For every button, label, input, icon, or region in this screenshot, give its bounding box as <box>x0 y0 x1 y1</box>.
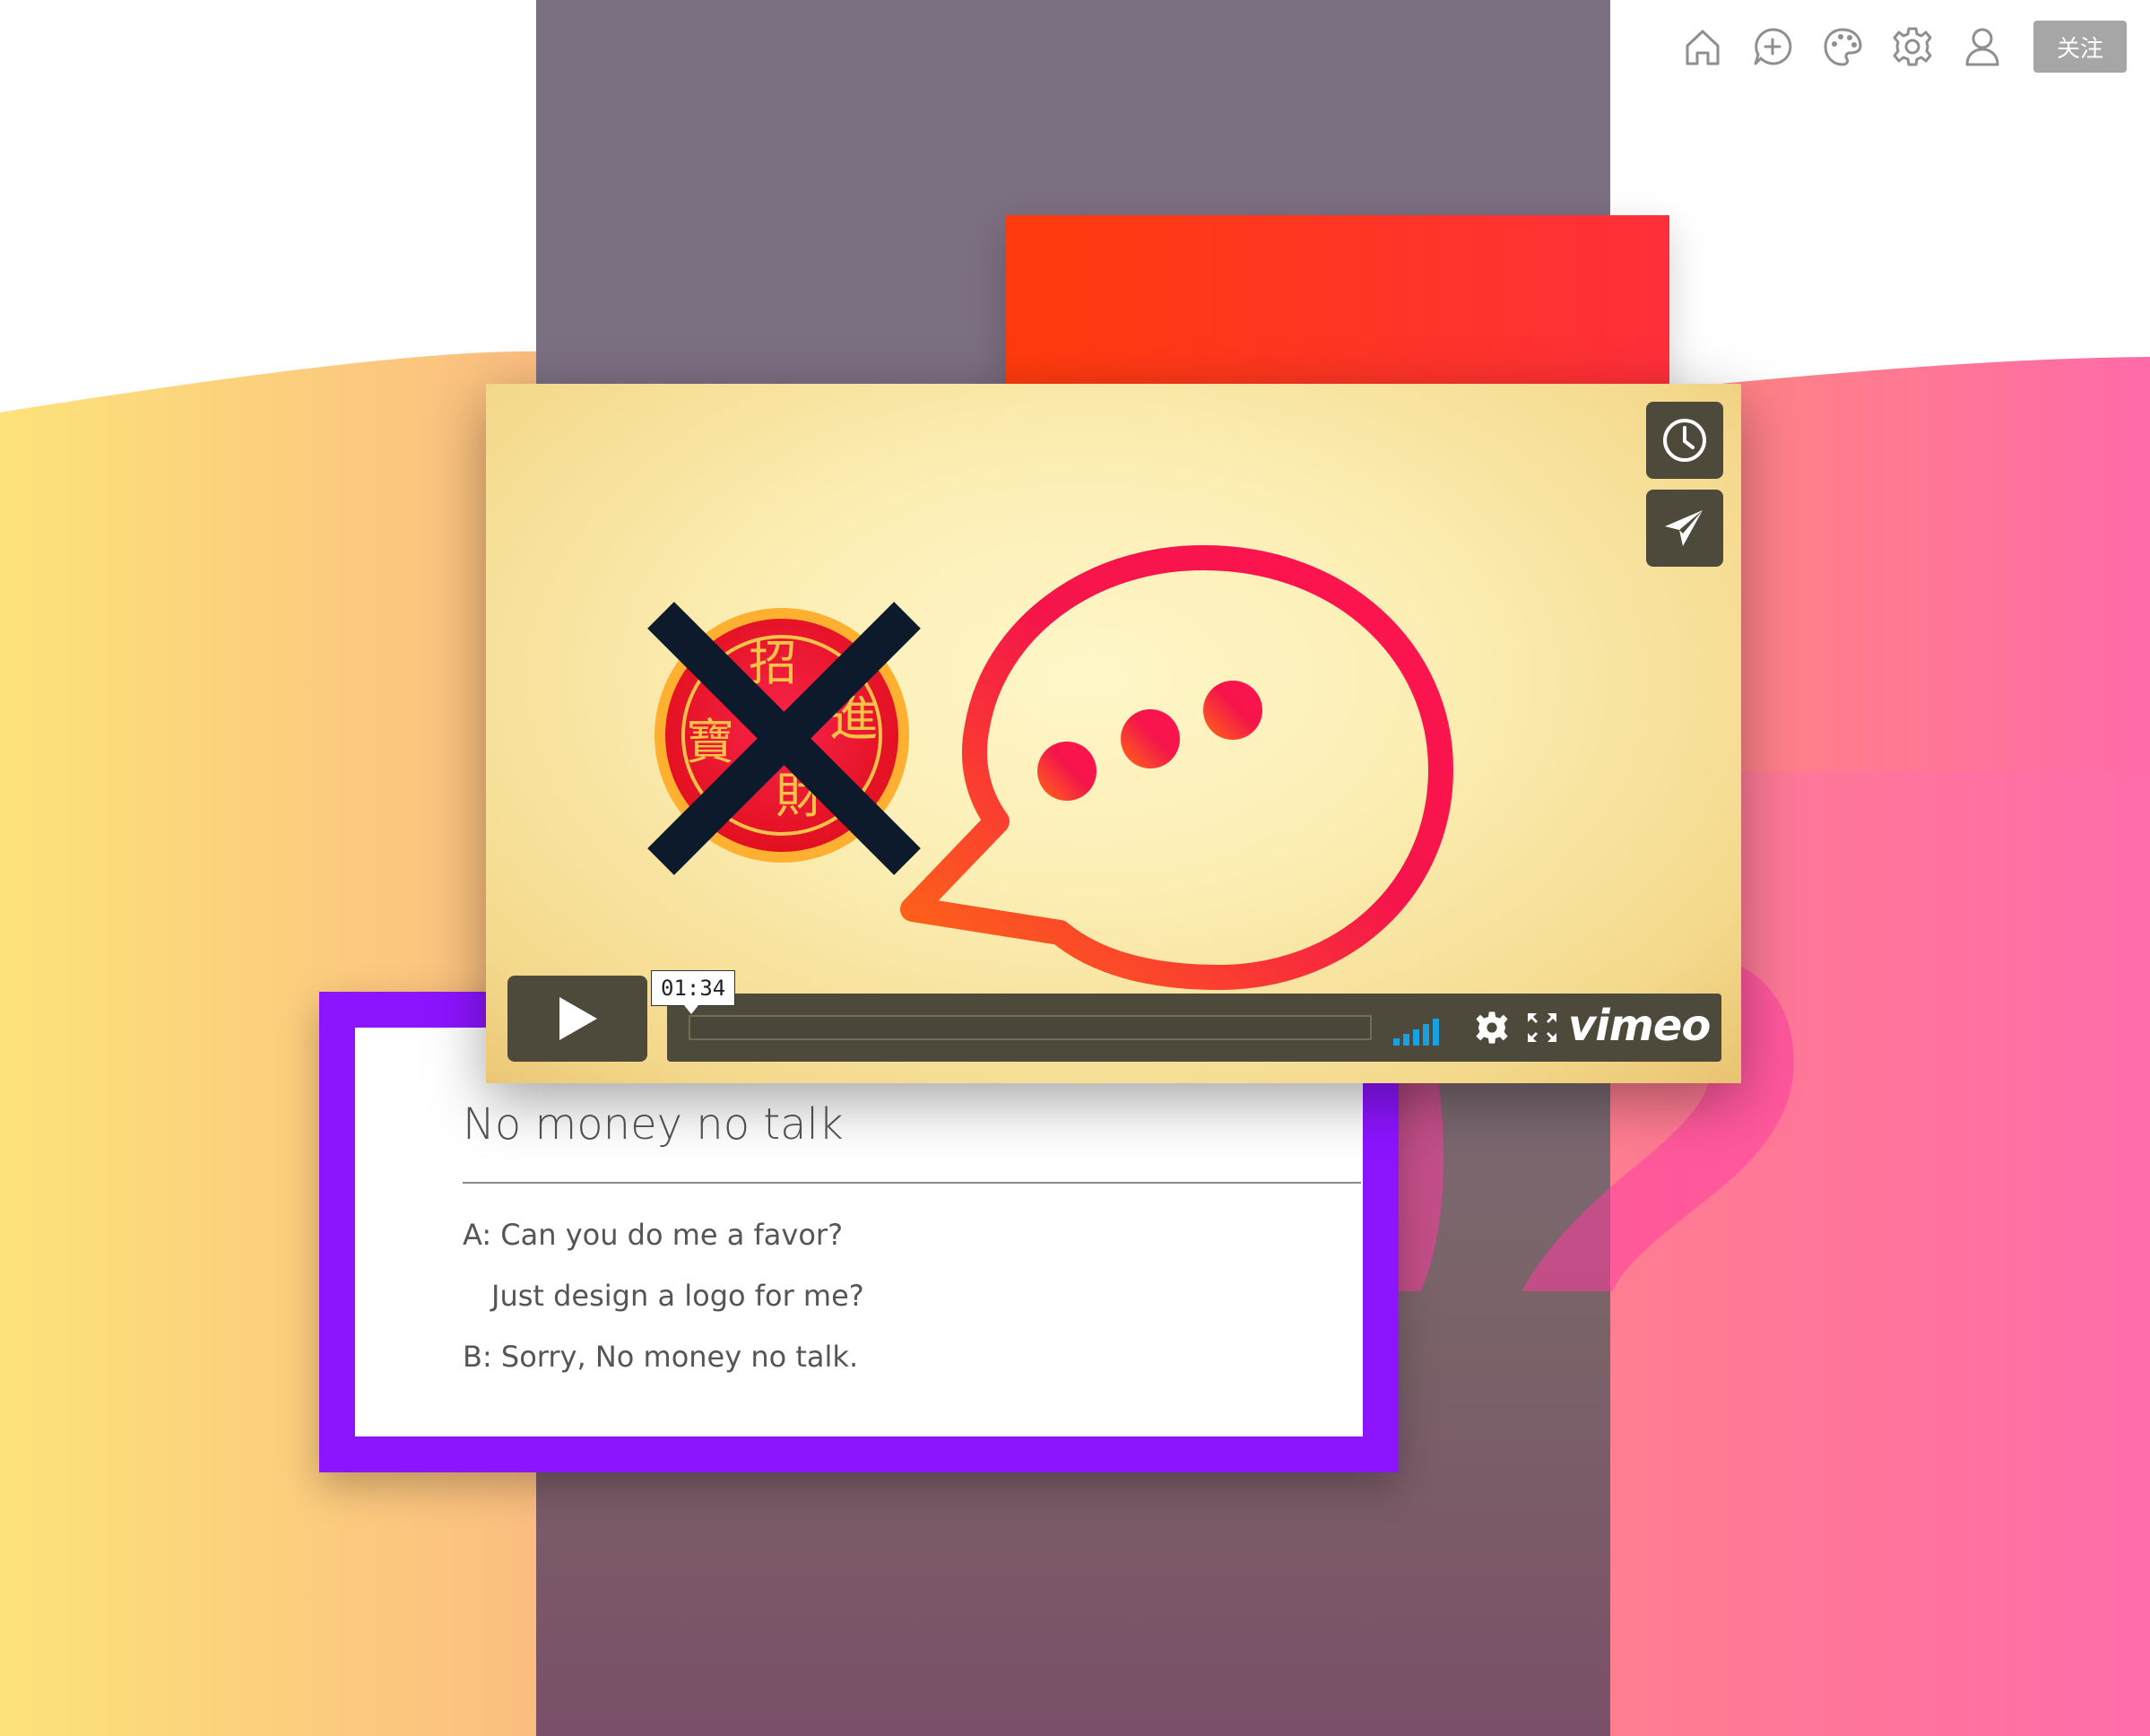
card-title: No money no talk <box>463 1099 844 1150</box>
vimeo-logo[interactable]: vimeo <box>1568 999 1711 1053</box>
send-icon <box>1665 510 1703 546</box>
play-button[interactable] <box>507 976 647 1062</box>
dialogue-line-a-continued: Just design a logo for me? <box>491 1279 864 1313</box>
dialogue-card-body: No money no talk A: Can you do me a favo… <box>355 1028 1363 1437</box>
user-icon[interactable] <box>1947 20 2017 74</box>
coin-char-left: 寶 <box>686 714 734 770</box>
share-button[interactable] <box>1646 490 1723 567</box>
red-accent-block <box>1006 215 1669 395</box>
follow-button[interactable]: 关注 <box>2033 21 2127 73</box>
add-chat-icon[interactable] <box>1738 20 1808 74</box>
coin-char-top: 招 <box>749 635 797 691</box>
clock-icon <box>1663 419 1706 462</box>
play-icon <box>559 997 597 1040</box>
video-player[interactable]: 招 進 寶 財 vimeo 01:34 <box>486 384 1741 1083</box>
top-toolbar: 关注 <box>1668 20 2127 74</box>
settings-gear-icon[interactable] <box>1474 1010 1510 1046</box>
player-controls: vimeo <box>667 994 1721 1062</box>
fullscreen-icon[interactable] <box>1526 1011 1558 1044</box>
card-divider <box>463 1182 1361 1184</box>
volume-icon[interactable] <box>1391 1010 1445 1046</box>
progress-bar[interactable] <box>689 1015 1372 1040</box>
dialogue-line-b: B: Sorry, No money no talk. <box>463 1340 859 1374</box>
palette-icon[interactable] <box>1808 20 1877 74</box>
time-tooltip: 01:34 <box>651 970 736 1014</box>
speech-bubble-icon <box>900 545 1453 990</box>
gear-icon[interactable] <box>1877 20 1947 74</box>
dialogue-line-a: A: Can you do me a favor? <box>463 1218 844 1252</box>
home-icon[interactable] <box>1668 20 1738 74</box>
watch-later-button[interactable] <box>1646 402 1723 479</box>
